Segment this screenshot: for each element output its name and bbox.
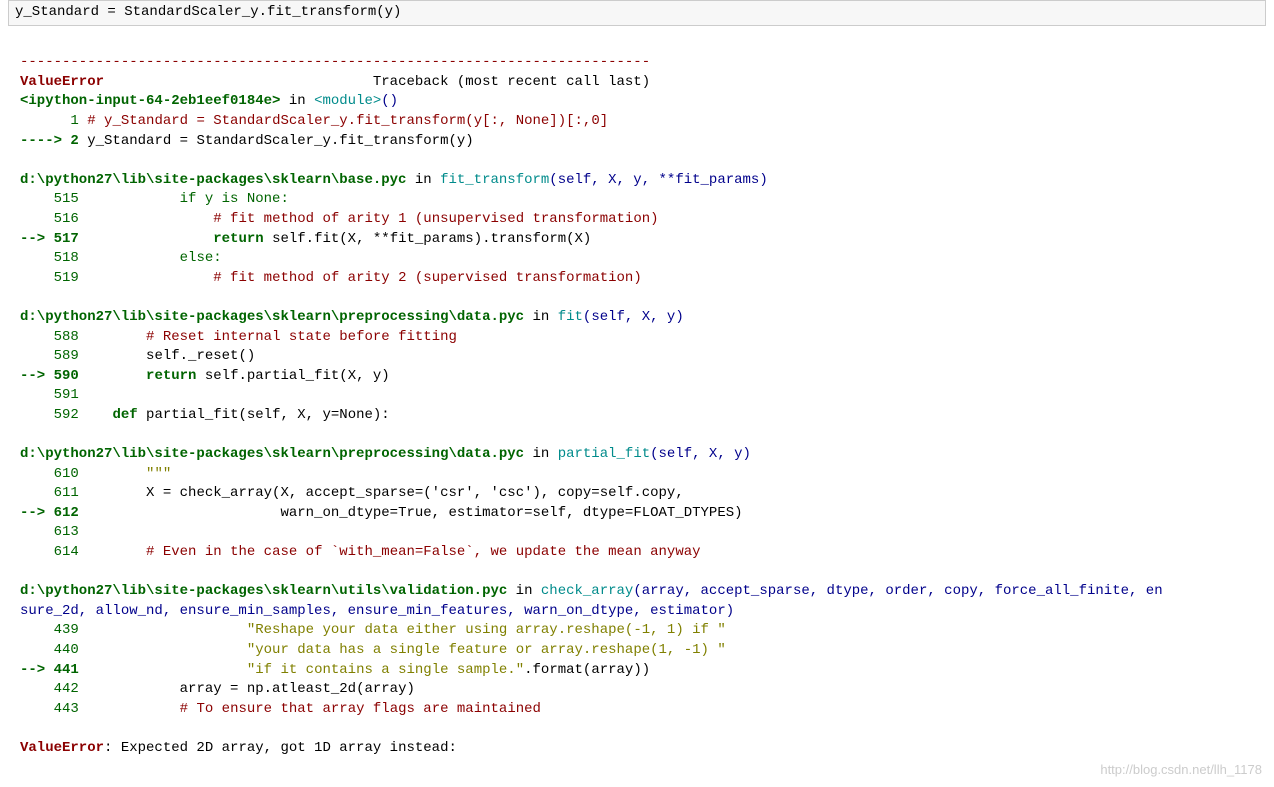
- code-line: array = np.atleast_2d(array): [79, 681, 415, 697]
- line-number: 517: [54, 231, 79, 247]
- frame-location: <ipython-input-64-2eb1eef0184e>: [20, 93, 280, 109]
- code-line: partial_fit(self, X, y=None):: [138, 407, 390, 423]
- line-number: 612: [54, 505, 79, 521]
- traceback-output: ----------------------------------------…: [0, 30, 1274, 763]
- keyword: def: [112, 407, 137, 423]
- line-number: 610: [54, 466, 79, 482]
- file-path: d:\python27\lib\site-packages\sklearn\pr…: [20, 446, 524, 462]
- final-error-name: ValueError: [20, 740, 104, 756]
- comment-line: #: [213, 211, 221, 227]
- function-signature: (array, accept_sparse, dtype, order, cop…: [633, 583, 1162, 599]
- arrow: -->: [20, 231, 54, 247]
- line-number: 614: [54, 544, 79, 560]
- error-name: ValueError: [20, 74, 104, 90]
- code-line: self._reset(): [79, 348, 255, 364]
- comment-line: #: [180, 701, 188, 717]
- code-line: X = check_array(X, accept_sparse=('csr',…: [79, 485, 684, 501]
- line-number: 611: [54, 485, 79, 501]
- function-signature: (self, X, y): [650, 446, 751, 462]
- code-line: warn_on_dtype=True, estimator=self, dtyp…: [79, 505, 743, 521]
- code-line: if y is None:: [79, 191, 289, 207]
- traceback-label: Traceback (most recent call last): [373, 74, 650, 90]
- line-number: 2: [70, 133, 78, 149]
- line-number: 589: [54, 348, 79, 364]
- code-line: self.fit(X, **fit_params).transform(X): [264, 231, 592, 247]
- final-error-message: : Expected 2D array, got 1D array instea…: [104, 740, 457, 756]
- line-number: 588: [54, 329, 79, 345]
- line-number: 440: [54, 642, 79, 658]
- line-number: 613: [54, 524, 79, 540]
- line-number: 1: [70, 113, 78, 129]
- function-signature-cont: sure_2d, allow_nd, ensure_min_samples, e…: [20, 603, 734, 619]
- file-path: d:\python27\lib\site-packages\sklearn\ba…: [20, 172, 406, 188]
- function-signature: (self, X, y): [583, 309, 684, 325]
- line-number: 591: [54, 387, 79, 403]
- line-number: 592: [54, 407, 79, 423]
- keyword: return: [146, 368, 196, 384]
- keyword: return: [213, 231, 263, 247]
- code-line: self.partial_fit(X, y): [196, 368, 389, 384]
- line-number: 515: [54, 191, 79, 207]
- code-line: """: [79, 466, 171, 482]
- line-number: 441: [54, 662, 79, 678]
- input-cell: y_Standard = StandardScaler_y.fit_transf…: [8, 0, 1266, 26]
- function-name: check_array: [541, 583, 633, 599]
- function-name: fit_transform: [440, 172, 549, 188]
- file-path: d:\python27\lib\site-packages\sklearn\ut…: [20, 583, 507, 599]
- line-number: 518: [54, 250, 79, 266]
- line-number: 442: [54, 681, 79, 697]
- line-number: 516: [54, 211, 79, 227]
- string-line: "if it contains a single sample.": [247, 662, 524, 678]
- module-label: <module>: [314, 93, 381, 109]
- string-line: "your data has a single feature or array…: [79, 642, 726, 658]
- code-line: y_Standard = StandardScaler_y.fit_transf…: [79, 133, 474, 149]
- arrow: ---->: [20, 133, 70, 149]
- arrow: -->: [20, 662, 54, 678]
- line-number: 439: [54, 622, 79, 638]
- function-name: fit: [558, 309, 583, 325]
- watermark: http://blog.csdn.net/llh_1178: [1100, 761, 1262, 779]
- comment-line: #: [213, 270, 221, 286]
- function-name: partial_fit: [558, 446, 650, 462]
- line-number: 443: [54, 701, 79, 717]
- function-signature: (self, X, y, **fit_params): [549, 172, 767, 188]
- string-line: "Reshape your data either using array.re…: [79, 622, 726, 638]
- arrow: -->: [20, 505, 54, 521]
- line-number: 519: [54, 270, 79, 286]
- comment-line: # y_Standard = StandardScaler_y.fit_tran…: [87, 113, 608, 129]
- file-path: d:\python27\lib\site-packages\sklearn\pr…: [20, 309, 524, 325]
- separator-dashes: ----------------------------------------…: [20, 54, 650, 70]
- line-number: 590: [54, 368, 79, 384]
- arrow: -->: [20, 368, 54, 384]
- code-line: else:: [79, 250, 222, 266]
